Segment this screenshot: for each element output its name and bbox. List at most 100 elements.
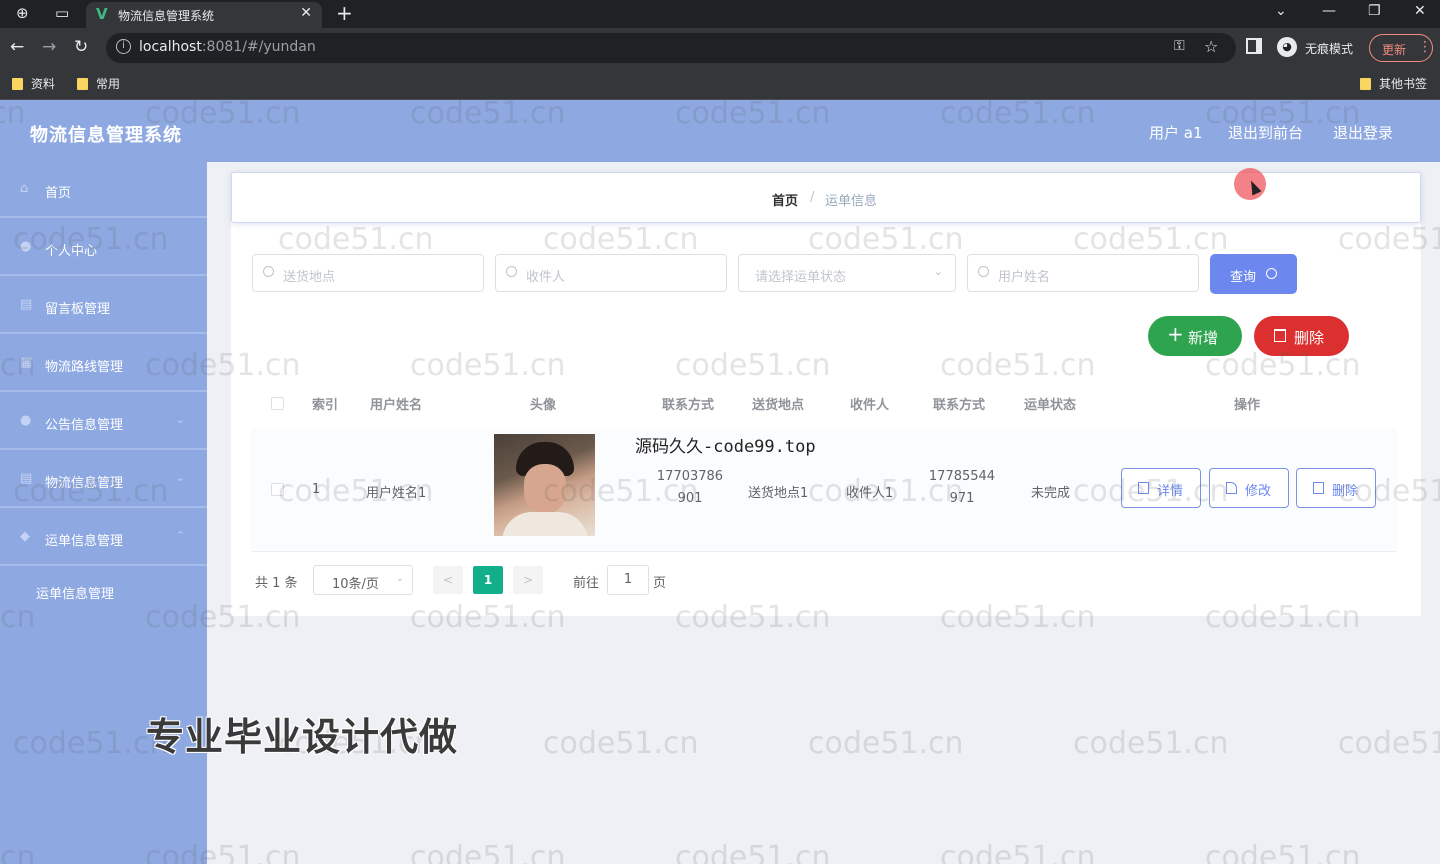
user-icon: ● <box>20 239 32 254</box>
column-header-index: 索引 <box>312 398 339 413</box>
page-size-select[interactable]: 10条/页 ⌄ <box>313 565 413 595</box>
bookmark-folder-1[interactable]: 资料 <box>12 75 55 92</box>
search-icon <box>978 266 989 277</box>
edit-icon <box>1226 482 1237 494</box>
bookmarks-bar: 资料 常用 其他书签 <box>0 68 1440 100</box>
query-button[interactable]: 查询 <box>1210 254 1297 294</box>
breadcrumb-current: 运单信息 <box>825 194 878 209</box>
app-header: 物流信息管理系统 用户 a1 退出到前台 退出登录 <box>0 100 1440 162</box>
next-page-button[interactable]: > <box>513 566 543 594</box>
page-number-button[interactable]: 1 <box>473 566 503 594</box>
send-location-search-input[interactable]: 送货地点 <box>252 254 484 292</box>
vue-favicon-icon: V <box>96 5 108 23</box>
key-icon[interactable]: ⚿ <box>1174 38 1185 54</box>
url-text[interactable]: localhost:8081/#/yundan <box>139 39 316 55</box>
notice-icon: ● <box>20 413 32 428</box>
sidebar-item-label: 首页 <box>45 186 72 201</box>
chevron-down-icon: ⌄ <box>933 265 943 278</box>
cell-receiver-phone: 17785544 971 <box>928 469 996 506</box>
browser-menu-icon[interactable]: ⊕ <box>16 4 29 22</box>
prev-page-button[interactable]: < <box>433 566 463 594</box>
tab-close-icon[interactable]: ✕ <box>300 5 312 21</box>
sidebar-subitem-label: 运单信息管理 <box>36 587 115 602</box>
sidebar-item-waybills[interactable]: ◆ 运单信息管理 ⌃ <box>0 510 207 566</box>
goto-page-input[interactable]: 1 <box>607 565 649 595</box>
minimize-icon[interactable]: — <box>1322 3 1336 19</box>
column-header-receiver: 收件人 <box>850 398 890 413</box>
folder-icon <box>1360 78 1371 90</box>
edit-button[interactable]: 修改 <box>1209 468 1289 508</box>
search-icon <box>263 266 274 277</box>
column-header-username: 用户姓名 <box>370 398 423 413</box>
home-icon: ⌂ <box>20 181 29 196</box>
route-icon: ▦ <box>20 355 33 370</box>
breadcrumb-separator: / <box>810 190 815 205</box>
receiver-search-input[interactable]: 收件人 <box>495 254 727 292</box>
sidebar-subitem-waybill-management[interactable]: 运单信息管理 <box>0 564 207 616</box>
waybill-icon: ◆ <box>20 529 30 544</box>
detail-button[interactable]: 详情 <box>1121 468 1201 508</box>
new-tab-icon[interactable]: + <box>336 1 353 25</box>
browser-tab[interactable]: V 物流信息管理系统 ✕ <box>86 2 322 28</box>
reload-icon[interactable]: ↻ <box>74 37 88 57</box>
other-bookmarks[interactable]: 其他书签 <box>1360 75 1427 92</box>
incognito-label[interactable]: 无痕模式 <box>1305 40 1353 57</box>
logistics-icon: ▤ <box>20 471 33 486</box>
column-header-receiver-phone: 联系方式 <box>933 398 986 413</box>
chevron-up-icon: ⌃ <box>175 529 185 542</box>
folder-icon <box>12 78 23 90</box>
chevron-down-icon: ⌄ <box>175 471 185 484</box>
username-search-input[interactable]: 用户姓名 <box>967 254 1199 292</box>
sidebar-item-label: 个人中心 <box>45 244 98 259</box>
cell-status: 未完成 <box>1031 486 1071 501</box>
forward-icon[interactable]: → <box>42 37 56 57</box>
sidebar-item-label: 公告信息管理 <box>45 418 124 433</box>
search-icon <box>1266 268 1277 279</box>
more-menu-icon: ⋮ <box>1418 39 1432 55</box>
update-button[interactable]: 更新 ⋮ <box>1369 34 1433 62</box>
app-title: 物流信息管理系统 <box>30 125 182 146</box>
sidebar-item-label: 物流路线管理 <box>45 360 124 375</box>
restore-icon[interactable]: ❐ <box>1368 3 1381 19</box>
chevron-down-icon: ⌄ <box>175 413 185 426</box>
back-to-front-link[interactable]: 退出到前台 <box>1228 122 1303 143</box>
sidebar-item-routes[interactable]: ▦ 物流路线管理 <box>0 336 207 392</box>
sidebar-item-messages[interactable]: ▤ 留言板管理 <box>0 278 207 334</box>
bookmark-star-icon[interactable]: ☆ <box>1204 37 1218 56</box>
url-field[interactable]: i localhost:8081/#/yundan ⚿ ☆ <box>106 33 1236 63</box>
cell-receiver: 收件人1 <box>846 486 894 501</box>
tab-search-icon[interactable]: ▭ <box>55 4 69 22</box>
row-checkbox[interactable] <box>271 483 284 496</box>
bulk-delete-button[interactable]: 删除 <box>1254 316 1349 356</box>
pagination-total: 共 1 条 <box>255 576 298 591</box>
logout-link[interactable]: 退出登录 <box>1333 122 1393 143</box>
side-panel-icon[interactable] <box>1246 38 1262 54</box>
incognito-icon[interactable]: ◕ <box>1277 37 1297 57</box>
goto-label: 前往 <box>573 576 600 591</box>
sidebar-item-label: 物流信息管理 <box>45 476 124 491</box>
sidebar-item-logistics[interactable]: ▤ 物流信息管理 ⌄ <box>0 452 207 508</box>
cell-index: 1 <box>312 482 321 497</box>
back-icon[interactable]: ← <box>10 37 24 57</box>
add-button[interactable]: + 新增 <box>1148 316 1242 356</box>
tab-list-icon[interactable]: ⌄ <box>1275 3 1287 19</box>
browser-tab-bar: ⊕ ▭ V 物流信息管理系统 ✕ + ⌄ — ❐ ✕ <box>0 0 1440 28</box>
plus-icon: + <box>1167 322 1184 346</box>
sidebar-item-label: 留言板管理 <box>45 302 111 317</box>
address-bar: ← → ↻ i localhost:8081/#/yundan ⚿ ☆ ◕ 无痕… <box>0 28 1440 68</box>
column-header-actions: 操作 <box>1234 398 1261 413</box>
status-select[interactable]: 请选择运单状态 ⌄ <box>738 254 956 292</box>
row-delete-button[interactable]: 删除 <box>1296 468 1376 508</box>
close-window-icon[interactable]: ✕ <box>1414 3 1426 19</box>
select-all-checkbox[interactable] <box>271 397 284 410</box>
site-info-icon[interactable]: i <box>116 39 131 54</box>
sidebar-item-profile[interactable]: ● 个人中心 <box>0 220 207 276</box>
breadcrumb-home[interactable]: 首页 <box>772 190 798 209</box>
avatar <box>494 434 595 536</box>
bookmark-folder-2[interactable]: 常用 <box>77 75 120 92</box>
sidebar-item-home[interactable]: ⌂ 首页 <box>0 162 207 218</box>
document-icon <box>1138 482 1149 494</box>
sidebar-item-notices[interactable]: ● 公告信息管理 ⌄ <box>0 394 207 450</box>
tab-title: 物流信息管理系统 <box>118 9 215 23</box>
column-header-status: 运单状态 <box>1024 398 1077 413</box>
